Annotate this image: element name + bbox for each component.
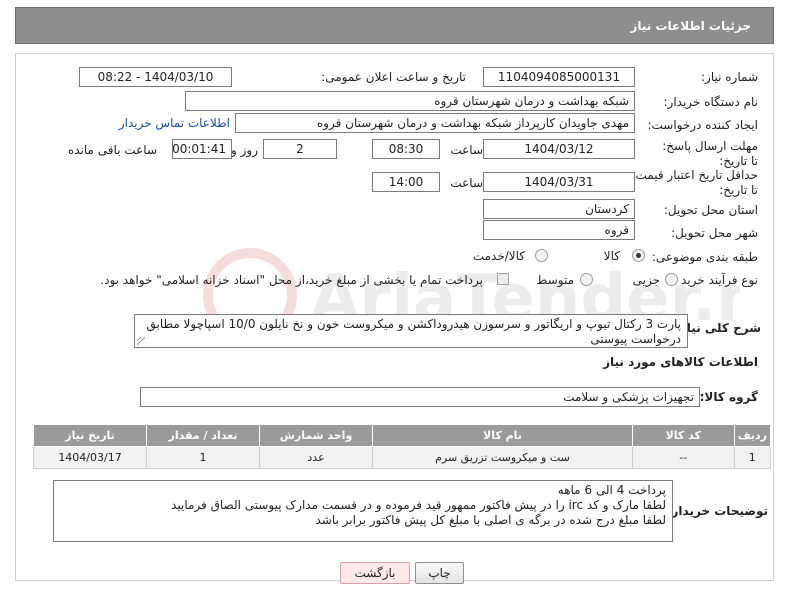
page-title: جزئیات اطلاعات نیاز (630, 19, 751, 33)
purchase-type-label: نوع فرآیند خرید : (673, 273, 758, 287)
col-code: کد کالا (631, 424, 735, 447)
cell-qty: 1 (146, 446, 261, 469)
remaining-time-label: ساعت باقی مانده (67, 143, 157, 157)
need-number-label: شماره نیاز: (701, 70, 758, 84)
reply-days-field: 2 (263, 139, 337, 159)
creator-label: ایجاد کننده درخواست: (647, 118, 758, 132)
price-validity-time-label: ساعت (450, 176, 483, 190)
description-text: پارت 3 رکتال تیوپ و اریگاتور و سرسوزن هی… (146, 317, 681, 346)
buyer-notes-line: پرداخت 4 الی 6 ماهه (557, 483, 666, 497)
buyer-notes-line: لطفا مارک و کد irc را در پیش فاکتور ممهو… (171, 498, 666, 512)
purchase-partial-label: جزیی (632, 273, 660, 287)
delivery-province-label: استان محل تحویل: (663, 203, 758, 217)
reply-deadline-date: 1404/03/12 (483, 139, 635, 159)
back-button[interactable]: بازگشت (340, 562, 410, 584)
treasury-payment-checkbox[interactable] (497, 273, 509, 285)
reply-deadline-label: مهلت ارسال پاسخ: تا تاریخ: (662, 139, 758, 168)
cell-unit: عدد (259, 446, 374, 469)
delivery-province-field: کردستان (483, 199, 635, 219)
purchase-medium-label: متوسط (536, 273, 574, 287)
announce-datetime-label: تاریخ و ساعت اعلان عمومی: (321, 70, 466, 84)
buyer-org-field: شبکه بهداشت و درمان شهرستان قروه (185, 91, 635, 111)
buyer-contact-link[interactable]: اطلاعات تماس خریدار (119, 116, 230, 130)
need-number-field: 1104094085000131 (483, 67, 635, 87)
col-row: ردیف (733, 424, 772, 447)
delivery-city-field: قروه (483, 220, 635, 240)
col-name: نام کالا (372, 424, 633, 447)
col-date: تاریخ نیاز (32, 424, 148, 447)
treasury-payment-note: پرداخت تمام یا بخشی از مبلغ خرید،از محل … (100, 273, 483, 287)
category-goods-label: کالا (603, 249, 620, 263)
reply-days-label: روز و (231, 143, 258, 157)
buyer-notes-textarea: پرداخت 4 الی 6 ماهه لطفا مارک و کد irc ر… (53, 480, 673, 542)
category-goods-service-radio[interactable] (535, 249, 548, 262)
purchase-medium-radio[interactable] (580, 273, 593, 286)
reply-deadline-time-label: ساعت (450, 143, 483, 157)
creator-field: مهدی جاویدان کارپرداز شبکه بهداشت و درما… (235, 113, 635, 133)
goods-info-title: اطلاعات کالاهای مورد نیاز (603, 355, 758, 369)
print-button[interactable]: چاپ (415, 562, 464, 584)
price-validity-time: 14:00 (372, 172, 440, 192)
cell-code: -- (631, 446, 735, 469)
category-goods-service-label: کالا/خدمت (472, 249, 525, 263)
table-header-row: ردیف کد کالا نام کالا واحد شمارش تعداد /… (32, 424, 772, 447)
col-unit: واحد شمارش (259, 424, 374, 447)
reply-deadline-time: 08:30 (372, 139, 440, 159)
goods-group-field: تجهیزات پزشکی و سلامت (140, 387, 700, 407)
price-validity-date: 1404/03/31 (483, 172, 635, 192)
buyer-notes-label: توضیحات خریدار: (666, 504, 768, 518)
price-validity-label: حداقل تاریخ اعتبار قیمت: تا تاریخ: (631, 168, 758, 197)
category-goods-radio[interactable] (632, 249, 645, 262)
announce-datetime-field: 1404/03/10 - 08:22 (79, 67, 232, 87)
col-qty: تعداد / مقدار (146, 424, 261, 447)
cell-row: 1 (733, 446, 772, 469)
page-header: جزئیات اطلاعات نیاز (15, 7, 774, 44)
category-label: طبقه بندی موضوعی: (651, 250, 758, 264)
description-textarea: پارت 3 رکتال تیوپ و اریگاتور و سرسوزن هی… (134, 314, 688, 348)
goods-table: ردیف کد کالا نام کالا واحد شمارش تعداد /… (32, 424, 772, 469)
buyer-notes-line: لطفا مبلغ درج شده در برگه ی اصلی با مبلغ… (315, 513, 667, 527)
cell-date: 1404/03/17 (32, 446, 148, 469)
resize-handle-icon[interactable] (137, 337, 145, 345)
remaining-time-field: 00:01:41 (172, 139, 232, 159)
buyer-org-label: نام دستگاه خریدار: (663, 95, 759, 109)
purchase-partial-radio[interactable] (665, 273, 678, 286)
table-row: 1 -- ست و میکروست تزریق سرم عدد 1 1404/0… (32, 446, 772, 469)
goods-group-label: گروه کالا: (699, 390, 758, 404)
delivery-city-label: شهر محل تحویل: (671, 226, 758, 240)
cell-name: ست و میکروست تزریق سرم (372, 446, 633, 469)
